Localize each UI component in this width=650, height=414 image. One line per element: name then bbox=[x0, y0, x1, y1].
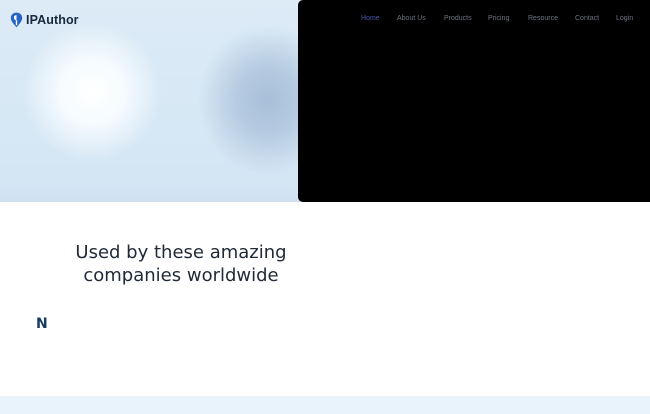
nav-item-contact[interactable]: Contact bbox=[575, 15, 599, 22]
logos-section-heading: Used by these amazing companies worldwid… bbox=[75, 242, 287, 286]
nav-item-home[interactable]: Home bbox=[361, 15, 380, 22]
nav-item-pricing[interactable]: Pricing bbox=[488, 15, 509, 22]
page: IPAuthor Home About Us Products Pricing … bbox=[0, 0, 650, 414]
nav-item-login[interactable]: Login bbox=[616, 15, 633, 22]
main-navigation: Home About Us Products Pricing Resource … bbox=[0, 15, 650, 27]
hero-video-player[interactable] bbox=[298, 0, 650, 202]
hero-gradient-background bbox=[0, 0, 302, 202]
nav-item-about-us[interactable]: About Us bbox=[397, 15, 426, 22]
company-logo: N bbox=[36, 316, 48, 332]
nav-item-resource[interactable]: Resource bbox=[528, 15, 558, 22]
nav-item-products[interactable]: Products bbox=[444, 15, 472, 22]
next-section-band bbox=[0, 396, 650, 414]
